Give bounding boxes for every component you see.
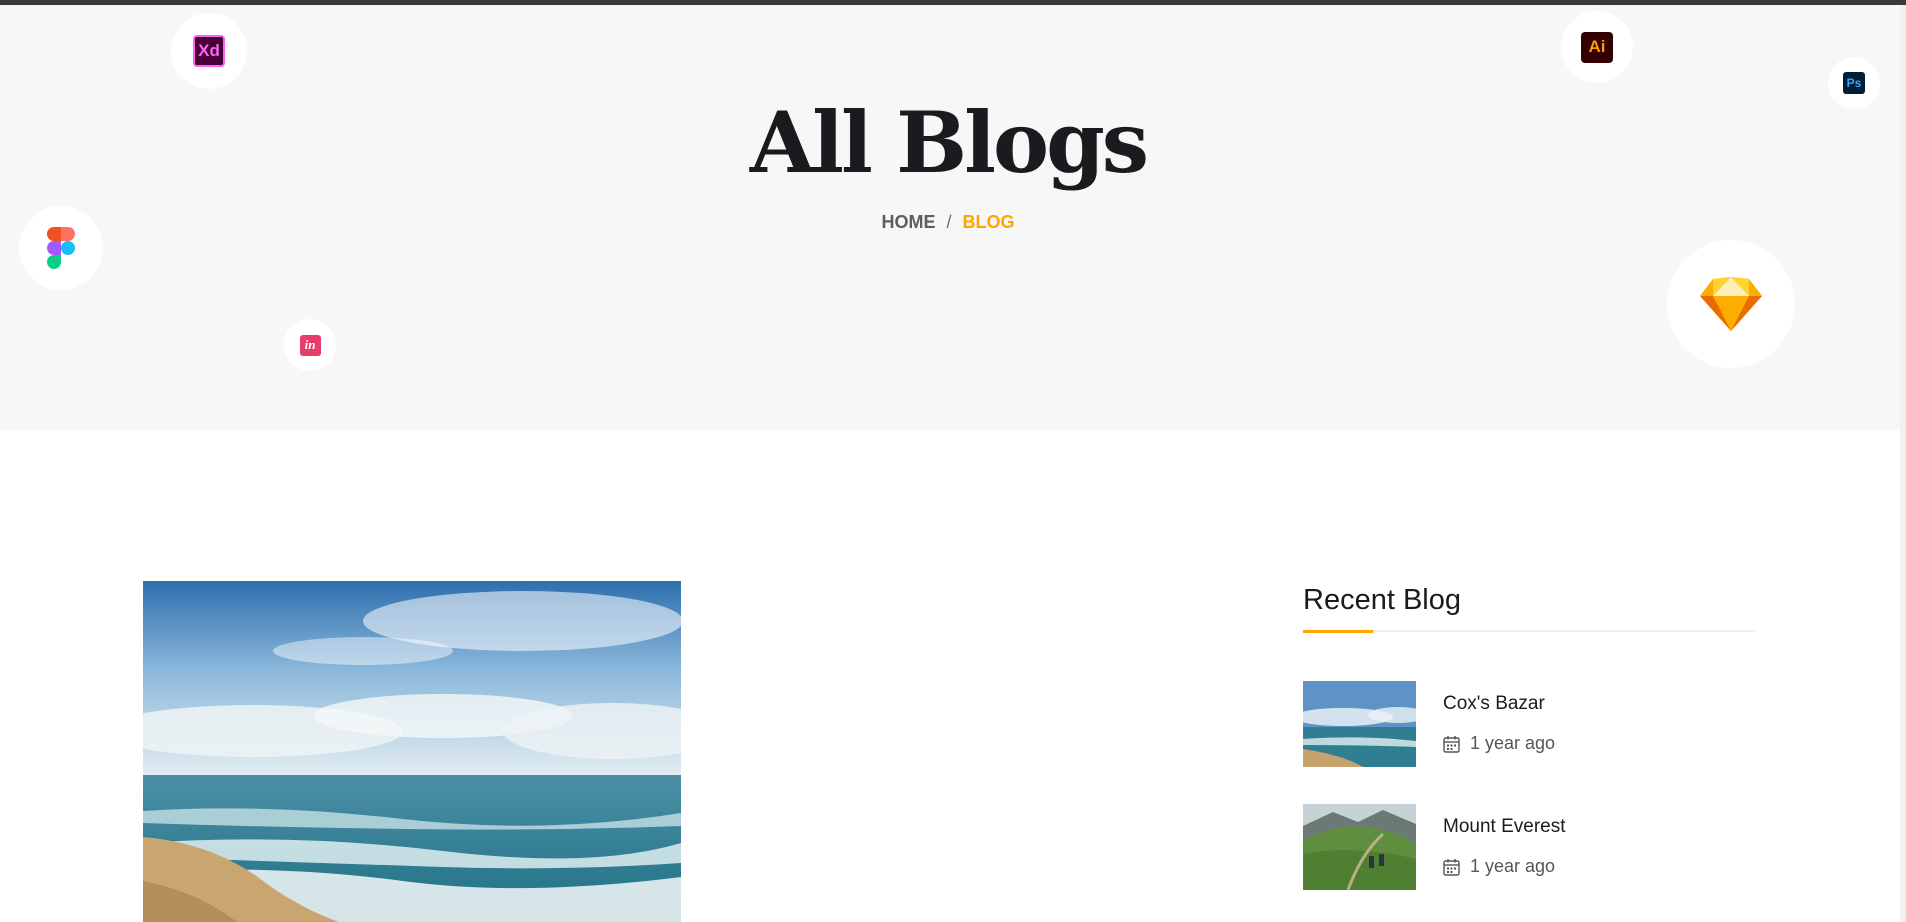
breadcrumb-current: BLOG	[962, 212, 1015, 232]
page: Xd Ai Ps in All Blogs HOME / BLOG Recent…	[0, 5, 1906, 922]
recent-blog-item[interactable]: Cox's Bazar 1 year ago	[1303, 681, 1755, 769]
sidebar-title-underline	[1303, 630, 1755, 633]
figma-icon	[47, 227, 75, 269]
recent-blog-date-text: 1 year ago	[1470, 733, 1556, 753]
calendar-icon	[1443, 735, 1460, 753]
sidebar-title: Recent Blog	[1303, 584, 1461, 616]
page-hero: Xd Ai Ps in All Blogs HOME / BLOG	[0, 5, 1906, 430]
blog-post-image[interactable]	[143, 581, 681, 922]
page-title: All Blogs	[749, 93, 1149, 192]
recent-blog-title[interactable]: Cox's Bazar	[1443, 693, 1545, 715]
page-scrollbar[interactable]	[1900, 5, 1906, 922]
adobe-illustrator-badge: Ai	[1561, 11, 1633, 83]
breadcrumb-separator: /	[946, 212, 952, 232]
invision-badge: in	[284, 319, 336, 371]
recent-blog-item[interactable]: Mount Everest 1 year ago	[1303, 804, 1755, 892]
recent-blog-thumbnail[interactable]	[1303, 681, 1416, 767]
breadcrumb: HOME / BLOG	[0, 212, 1896, 233]
sketch-icon	[1700, 277, 1762, 331]
adobe-xd-icon: Xd	[193, 35, 225, 67]
recent-blog-date-text: 1 year ago	[1470, 856, 1556, 876]
sketch-badge	[1667, 240, 1795, 368]
recent-blog-sidebar: Recent Blog Cox's Bazar 1 year ago Mount…	[1303, 580, 1755, 890]
recent-blog-thumbnail[interactable]	[1303, 804, 1416, 890]
breadcrumb-home-link[interactable]: HOME	[881, 212, 935, 232]
adobe-xd-badge: Xd	[171, 13, 247, 89]
calendar-icon	[1443, 858, 1460, 876]
recent-blog-title[interactable]: Mount Everest	[1443, 816, 1566, 838]
recent-blog-date: 1 year ago	[1443, 733, 1555, 754]
adobe-illustrator-icon: Ai	[1581, 31, 1613, 63]
photoshop-icon: Ps	[1843, 72, 1865, 94]
recent-blog-date: 1 year ago	[1443, 856, 1555, 877]
invision-icon: in	[299, 334, 321, 356]
